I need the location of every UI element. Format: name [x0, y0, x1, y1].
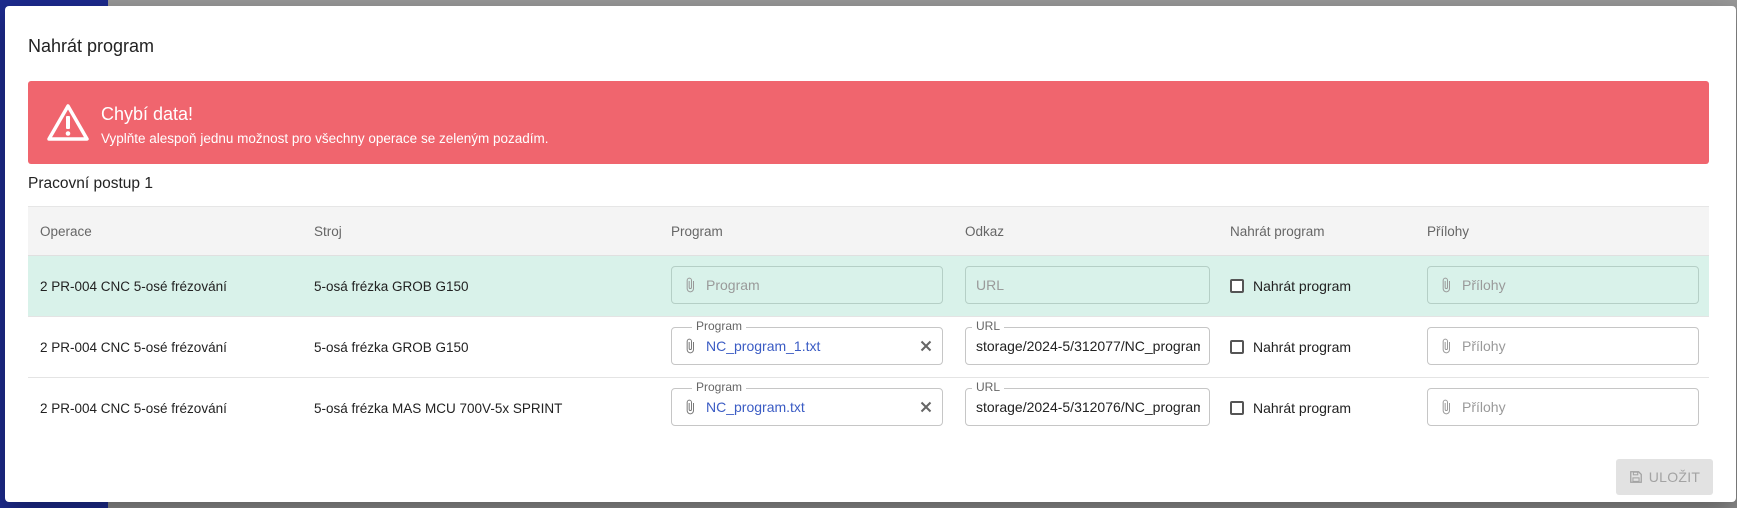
machine-cell: 5-osá frézka GROB G150	[314, 339, 469, 355]
program-field-label: Program	[692, 319, 747, 333]
attachments-placeholder: Přílohy	[1462, 399, 1506, 415]
url-placeholder: URL	[976, 277, 1005, 293]
url-input[interactable]: URL storage/2024-5/312076/NC_program.txt	[965, 380, 1210, 426]
alert-title: Chybí data!	[101, 104, 194, 124]
machine-cell: 5-osá frézka GROB G150	[314, 278, 469, 294]
program-file-input[interactable]: Program	[671, 266, 943, 304]
program-file-name[interactable]: NC_program_1.txt	[706, 338, 820, 354]
attachments-placeholder: Přílohy	[1462, 338, 1506, 354]
upload-program-dialog: Nahrát program Chybí data! Vyplňte alesp…	[5, 6, 1736, 502]
column-header-program: Program	[671, 223, 723, 239]
checkbox-label: Nahrát program	[1253, 339, 1352, 355]
paperclip-icon	[1442, 399, 1450, 415]
column-header-prilohy: Přílohy	[1427, 223, 1470, 239]
dialog-title: Nahrát program	[28, 36, 155, 56]
operation-cell: 2 PR-004 CNC 5-osé frézování	[40, 339, 227, 355]
warning-icon	[47, 104, 89, 141]
upload-cell: Nahrát program	[1230, 378, 1351, 438]
paperclip-icon	[686, 399, 694, 415]
column-header-operace: Operace	[40, 223, 92, 239]
column-header-stroj: Stroj	[314, 223, 342, 239]
attachments-input[interactable]: Přílohy	[1427, 388, 1699, 426]
upload-cell: Nahrát program	[1230, 317, 1351, 377]
upload-program-checkbox[interactable]: Nahrát program	[1230, 400, 1351, 416]
operation-cell: 2 PR-004 CNC 5-osé frézování	[40, 278, 227, 294]
url-value[interactable]: storage/2024-5/312076/NC_program.txt	[976, 399, 1200, 415]
table-row: 2 PR-004 CNC 5-osé frézování 5-osá frézk…	[28, 256, 1709, 317]
table-row: 2 PR-004 CNC 5-osé frézování 5-osá frézk…	[28, 317, 1709, 378]
operation-cell: 2 PR-004 CNC 5-osé frézování	[40, 400, 227, 416]
paperclip-icon	[686, 338, 694, 354]
machine-cell: 5-osá frézka MAS MCU 700V-5x SPRINT	[314, 400, 563, 416]
upload-cell: Nahrát program	[1230, 256, 1351, 316]
checkbox-label: Nahrát program	[1253, 278, 1352, 294]
url-input[interactable]: URL	[965, 266, 1210, 304]
section-title: Pracovní postup 1	[28, 175, 153, 192]
checkbox-box[interactable]	[1230, 401, 1244, 415]
attachments-placeholder: Přílohy	[1462, 277, 1506, 293]
url-value[interactable]: storage/2024-5/312077/NC_program_1.txt	[976, 338, 1200, 354]
checkbox-box[interactable]	[1230, 340, 1244, 354]
program-file-input[interactable]: Program NC_program_1.txt	[671, 319, 943, 365]
operations-table: Operace Stroj Program Odkaz Nahrát progr…	[28, 206, 1709, 438]
table-row: 2 PR-004 CNC 5-osé frézování 5-osá frézk…	[28, 378, 1709, 438]
url-field-label: URL	[972, 319, 1005, 333]
program-file-name[interactable]: NC_program.txt	[706, 399, 805, 415]
paperclip-icon	[1442, 338, 1450, 354]
paperclip-icon	[1442, 277, 1450, 293]
upload-program-checkbox[interactable]: Nahrát program	[1230, 278, 1351, 294]
save-icon	[1629, 471, 1642, 483]
column-header-odkaz: Odkaz	[965, 223, 1005, 239]
column-header-nahrat-program: Nahrát program	[1230, 223, 1325, 239]
checkbox-box[interactable]	[1230, 279, 1244, 293]
checkbox-label: Nahrát program	[1253, 400, 1352, 416]
close-icon[interactable]	[918, 399, 934, 415]
error-alert: Chybí data! Vyplňte alespoň jednu možnos…	[28, 81, 1709, 164]
program-file-input[interactable]: Program NC_program.txt	[671, 380, 943, 426]
paperclip-icon	[686, 277, 694, 293]
attachments-input[interactable]: Přílohy	[1427, 327, 1699, 365]
close-icon[interactable]	[918, 338, 934, 354]
save-button-label: ULOŽIT	[1648, 469, 1701, 485]
url-input[interactable]: URL storage/2024-5/312077/NC_program_1.t…	[965, 319, 1210, 365]
program-field-label: Program	[692, 380, 747, 394]
upload-program-checkbox[interactable]: Nahrát program	[1230, 339, 1351, 355]
url-field-label: URL	[972, 380, 1005, 394]
table-header: Operace Stroj Program Odkaz Nahrát progr…	[28, 206, 1709, 256]
attachments-input[interactable]: Přílohy	[1427, 266, 1699, 304]
program-placeholder: Program	[706, 277, 760, 293]
alert-message: Vyplňte alespoň jednu možnost pro všechn…	[101, 131, 549, 146]
save-button[interactable]: ULOŽIT	[1616, 459, 1713, 495]
